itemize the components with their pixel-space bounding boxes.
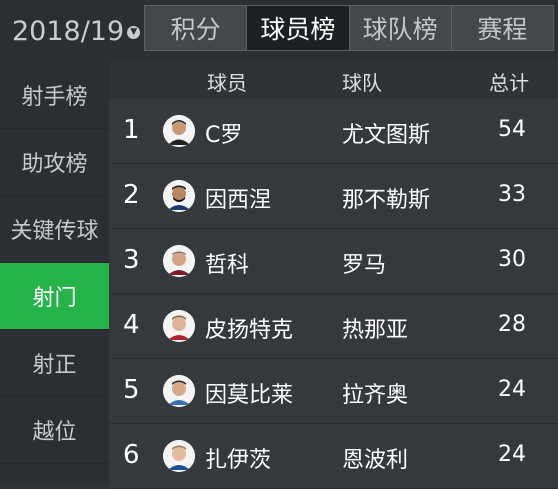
top-bar: 2018/19 ▼ 积分 球员榜 球队榜 赛程 (0, 0, 558, 62)
rank-number: 5 (123, 375, 140, 405)
player-avatar (163, 115, 195, 147)
table-row[interactable]: 1 C罗 尤文图斯 54 (109, 99, 558, 164)
table-row[interactable]: 3 哲科 罗马 30 (109, 229, 558, 294)
team-name: 那不勒斯 (342, 188, 431, 213)
team-name: 热那亚 (342, 318, 409, 343)
column-header-team: 球队 (342, 71, 382, 95)
sidebar-item-shots[interactable]: 射门 (0, 263, 109, 330)
player-name: 皮扬特克 (205, 318, 294, 343)
sidebar-item-key-passes[interactable]: 关键传球 (0, 196, 109, 263)
player-name: 因莫比莱 (205, 383, 294, 408)
rank-number: 1 (123, 115, 140, 145)
sidebar-item-offsides[interactable]: 越位 (0, 397, 109, 464)
player-avatar (163, 180, 195, 212)
player-name: C罗 (205, 123, 243, 148)
table-row[interactable]: 6 扎伊茨 恩波利 24 (109, 424, 558, 489)
total-value: 24 (498, 442, 526, 467)
rankings-table: 球员 球队 总计 1 C罗 尤文图斯 54 2 因西涅 那不勒斯 33 3 哲科… (109, 62, 558, 489)
player-name: 扎伊茨 (205, 448, 272, 473)
table-header: 球员 球队 总计 (109, 62, 558, 99)
player-name: 因西涅 (205, 188, 272, 213)
total-value: 33 (498, 182, 526, 207)
sidebar-item-assists[interactable]: 助攻榜 (0, 129, 109, 196)
sidebar: 射手榜 助攻榜 关键传球 射门 射正 越位 (0, 62, 109, 483)
player-avatar (163, 375, 195, 407)
team-name: 恩波利 (342, 448, 409, 473)
rank-number: 3 (123, 245, 140, 275)
player-avatar (163, 310, 195, 342)
rank-number: 6 (123, 440, 140, 470)
tab-player-rankings[interactable]: 球员榜 (246, 6, 349, 50)
player-avatar (163, 245, 195, 277)
season-label: 2018/19 (12, 15, 125, 47)
tab-team-rankings[interactable]: 球队榜 (348, 6, 451, 50)
rank-number: 2 (123, 180, 140, 210)
sidebar-item-shots-on-target[interactable]: 射正 (0, 330, 109, 397)
sidebar-item-top-scorers[interactable]: 射手榜 (0, 62, 109, 129)
total-value: 30 (498, 247, 526, 272)
table-row[interactable]: 5 因莫比莱 拉齐奥 24 (109, 359, 558, 424)
chevron-down-icon: ▼ (127, 25, 141, 39)
tab-standings[interactable]: 积分 (145, 6, 247, 50)
player-name: 哲科 (205, 253, 250, 278)
tab-schedule[interactable]: 赛程 (450, 6, 553, 50)
table-row[interactable]: 4 皮扬特克 热那亚 28 (109, 294, 558, 359)
total-value: 28 (498, 312, 526, 337)
total-value: 24 (498, 377, 526, 402)
team-name: 拉齐奥 (342, 383, 409, 408)
table-row[interactable]: 2 因西涅 那不勒斯 33 (109, 164, 558, 229)
tab-bar: 积分 球员榜 球队榜 赛程 (144, 5, 554, 51)
column-header-total: 总计 (489, 71, 529, 95)
total-value: 54 (498, 117, 526, 142)
team-name: 尤文图斯 (342, 123, 431, 148)
column-header-player: 球员 (207, 71, 247, 95)
season-selector[interactable]: 2018/19 ▼ (0, 0, 144, 62)
rank-number: 4 (123, 310, 140, 340)
player-avatar (163, 440, 195, 472)
team-name: 罗马 (342, 253, 387, 278)
